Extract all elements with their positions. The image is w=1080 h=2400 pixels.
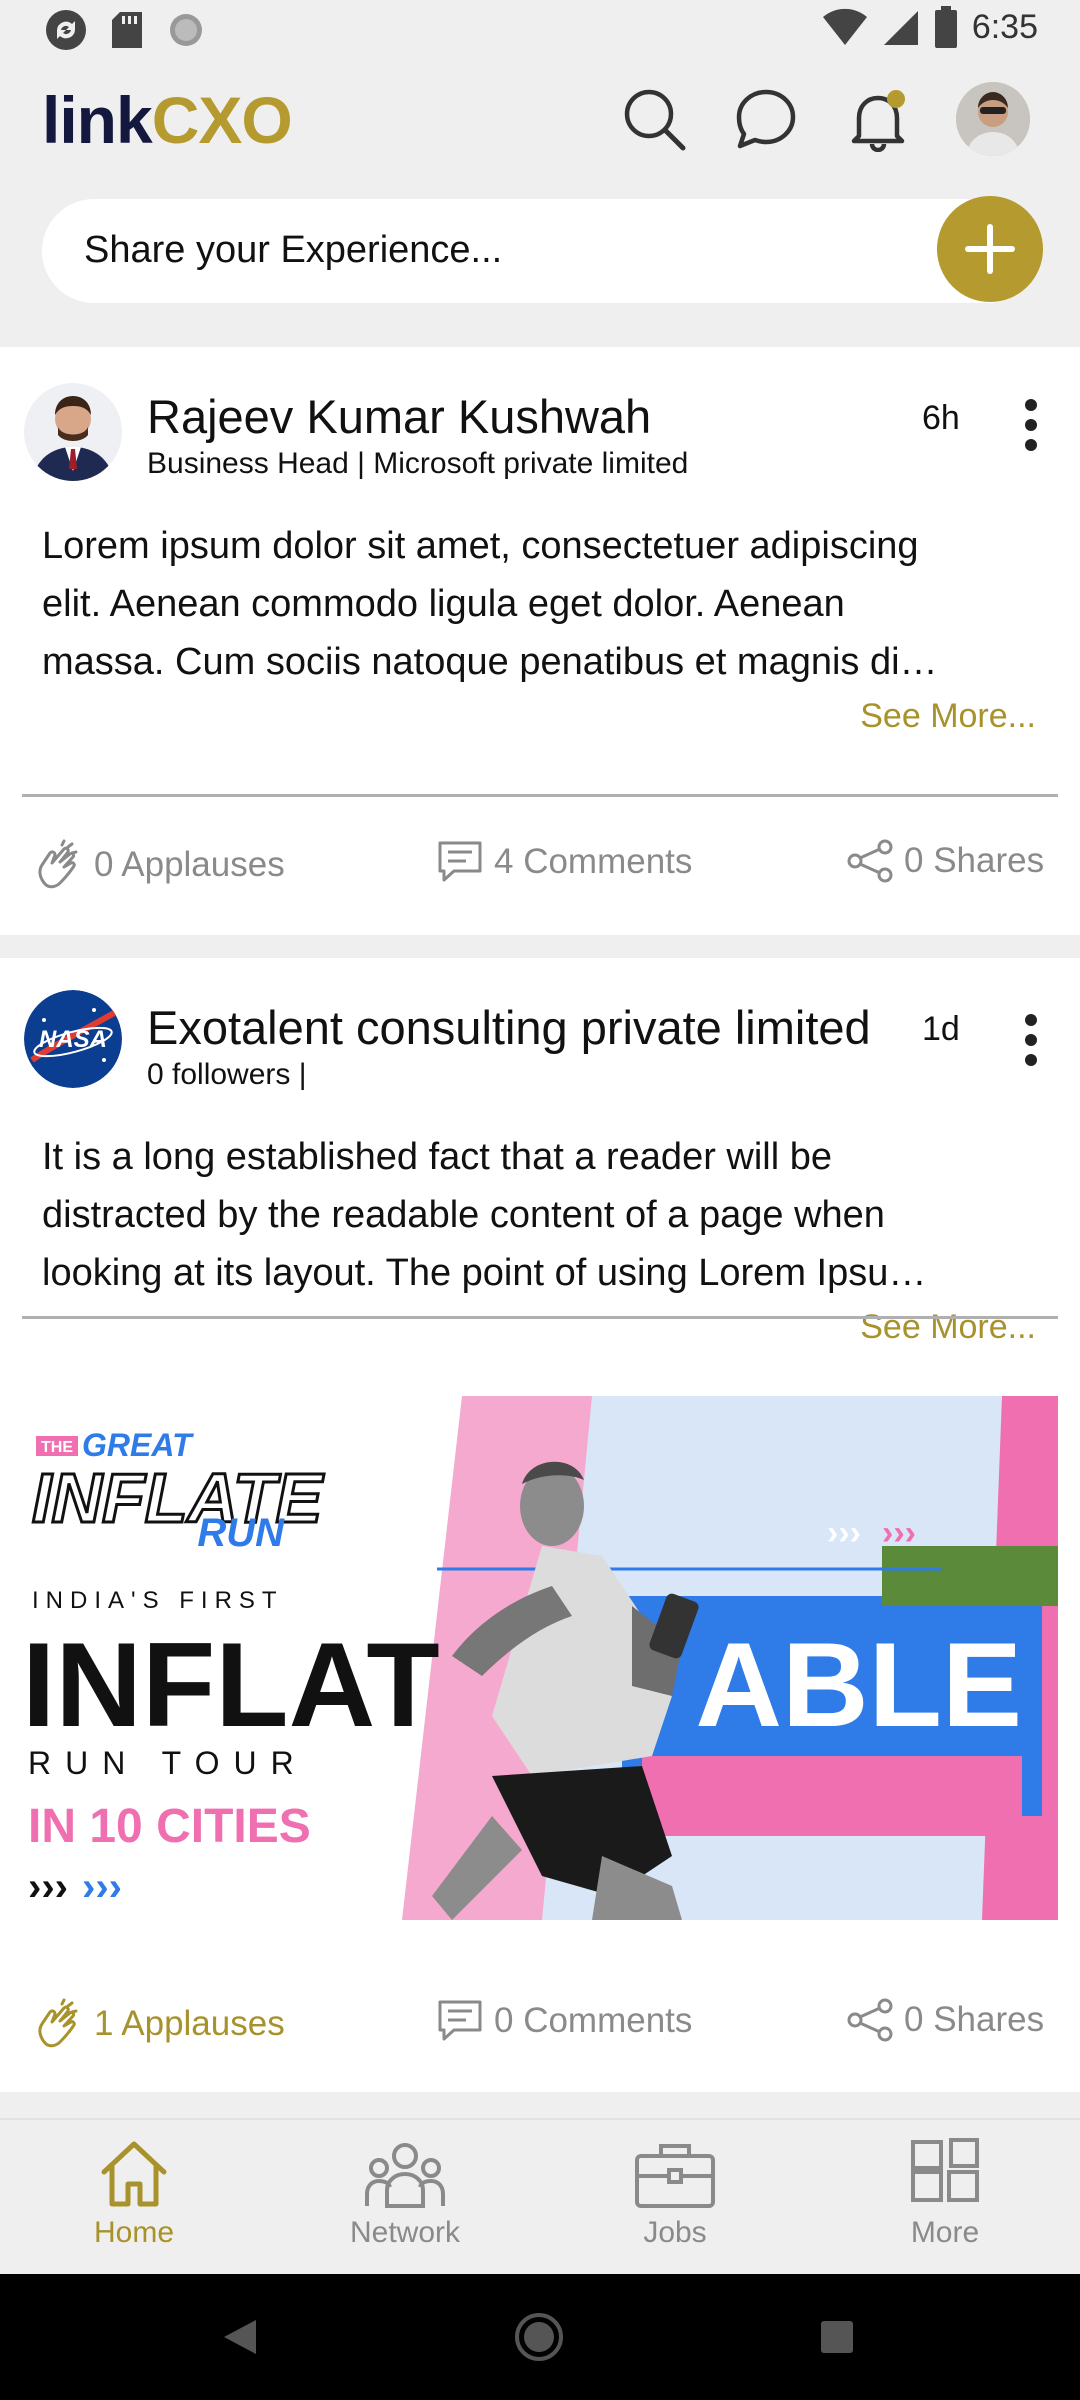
signal-icon xyxy=(883,11,918,45)
banner-big-right: ABLE xyxy=(695,1618,1022,1752)
sd-card-icon xyxy=(112,12,142,48)
share-button[interactable]: 0 Shares xyxy=(846,839,1044,883)
post-card: NASA Exotalent consulting private limite… xyxy=(0,958,1080,2092)
comments-count: 0 Comments xyxy=(494,2001,693,2040)
back-icon[interactable] xyxy=(222,2318,258,2356)
more-options-icon[interactable] xyxy=(1016,1010,1046,1070)
divider xyxy=(22,794,1058,797)
comments-button[interactable]: 4 Comments xyxy=(436,839,692,885)
post-body-line: elit. Aenean commodo ligula eget dolor. … xyxy=(42,583,845,625)
banner-line1: INDIA'S FIRST xyxy=(32,1587,284,1614)
share-icon xyxy=(847,839,893,883)
share-icon xyxy=(847,1998,893,2042)
app-header: link CXO Share your Experience... xyxy=(0,62,1080,347)
post-body: It is a long established fact that a rea… xyxy=(42,1128,1032,1302)
author-name[interactable]: Exotalent consulting private limited xyxy=(147,1000,871,1055)
home-icon xyxy=(101,2141,167,2207)
share-experience-input[interactable]: Share your Experience... xyxy=(42,196,1043,303)
see-more-link[interactable]: See More... xyxy=(860,1308,1036,1347)
comments-count: 4 Comments xyxy=(494,842,693,881)
wifi-icon xyxy=(822,8,867,45)
bottom-navigation: Home Network Jobs More xyxy=(0,2118,1080,2274)
post-body-line: Lorem ipsum dolor sit amet, consectetuer… xyxy=(42,525,919,567)
clap-icon xyxy=(38,1998,78,2048)
banner-line2: RUN TOUR xyxy=(28,1745,308,1781)
profile-avatar[interactable] xyxy=(956,82,1030,156)
post-image-banner[interactable]: ››› ››› THE GREAT INFLATE RUN INDIA'S FI… xyxy=(22,1396,1058,1920)
nav-more[interactable]: More xyxy=(845,2138,1045,2250)
nav-home[interactable]: Home xyxy=(34,2138,234,2250)
nav-jobs-label: Jobs xyxy=(643,2216,707,2249)
banner-big-left: INFLAT xyxy=(22,1618,440,1752)
banner-cities: IN 10 CITIES xyxy=(28,1800,311,1853)
nav-network-label: Network xyxy=(349,2216,461,2249)
circle-icon xyxy=(170,14,202,46)
status-time: 6:35 xyxy=(971,7,1038,46)
banner-great: GREAT xyxy=(82,1427,194,1463)
applause-count: 0 Applauses xyxy=(94,845,285,884)
post-card: Rajeev Kumar Kushwah Business Head | Mic… xyxy=(0,347,1080,935)
network-icon xyxy=(365,2143,445,2208)
grid-icon xyxy=(911,2138,979,2202)
post-body-line: massa. Cum sociis natoque penatibus et m… xyxy=(42,641,938,683)
logo-text-cxo: CXO xyxy=(151,83,293,157)
applause-button[interactable]: 0 Applauses xyxy=(32,839,285,891)
shares-count: 0 Shares xyxy=(904,2000,1045,2039)
banner-run: RUN xyxy=(197,1511,285,1555)
applause-button[interactable]: 1 Applauses xyxy=(32,1998,285,2050)
plus-icon[interactable] xyxy=(937,196,1043,302)
linkcxo-logo[interactable]: link CXO xyxy=(42,82,293,158)
post-actions: 0 Applauses 4 Comments 0 Shares xyxy=(0,839,1080,899)
logo-text-link: link xyxy=(42,83,153,157)
post-body-line: looking at its layout. The point of usin… xyxy=(42,1252,927,1294)
banner-arrows-black: ››› xyxy=(28,1865,68,1909)
sync-icon xyxy=(46,10,86,50)
more-options-icon[interactable] xyxy=(1016,395,1046,455)
banner-arrows-white: ››› xyxy=(827,1514,861,1552)
nav-more-label: More xyxy=(910,2216,980,2249)
company-avatar[interactable]: NASA xyxy=(24,990,122,1088)
author-name[interactable]: Rajeev Kumar Kushwah xyxy=(147,389,651,444)
nav-home-label: Home xyxy=(93,2216,175,2249)
search-icon[interactable] xyxy=(620,85,688,153)
comment-icon xyxy=(438,2000,482,2041)
post-body: Lorem ipsum dolor sit amet, consectetuer… xyxy=(42,517,1032,691)
comments-button[interactable]: 0 Comments xyxy=(436,1998,692,2044)
recents-icon[interactable] xyxy=(820,2320,854,2354)
status-bar: 6:35 xyxy=(0,0,1080,62)
nav-jobs[interactable]: Jobs xyxy=(575,2138,775,2250)
post-time: 1d xyxy=(922,1010,960,1048)
post-body-line: It is a long established fact that a rea… xyxy=(42,1136,833,1178)
author-subtitle: 0 followers | xyxy=(147,1058,307,1091)
banner-tag: THE xyxy=(41,1439,73,1456)
share-placeholder: Share your Experience... xyxy=(84,229,503,271)
share-button[interactable]: 0 Shares xyxy=(846,1998,1044,2042)
comment-icon xyxy=(438,841,482,882)
post-body-line: distracted by the readable content of a … xyxy=(42,1194,885,1236)
clap-icon xyxy=(38,839,78,889)
chat-icon[interactable] xyxy=(732,85,800,153)
bell-icon[interactable] xyxy=(844,85,912,153)
see-more-link[interactable]: See More... xyxy=(860,697,1036,736)
author-subtitle: Business Head | Microsoft private limite… xyxy=(147,447,689,480)
post-actions: 1 Applauses 0 Comments 0 Shares xyxy=(0,1998,1080,2058)
home-button-icon[interactable] xyxy=(514,2312,564,2362)
nav-network[interactable]: Network xyxy=(305,2138,505,2250)
shares-count: 0 Shares xyxy=(904,841,1045,880)
briefcase-icon xyxy=(635,2144,715,2208)
divider xyxy=(22,1316,1058,1319)
banner-arrows-blue: ››› xyxy=(82,1865,122,1909)
banner-arrows-pink: ››› xyxy=(882,1514,916,1552)
applause-count: 1 Applauses xyxy=(94,2004,285,2043)
author-avatar[interactable] xyxy=(24,383,122,481)
post-time: 6h xyxy=(922,399,960,437)
company-avatar-text: NASA xyxy=(39,1026,107,1053)
system-navigation-bar xyxy=(0,2274,1080,2400)
battery-icon xyxy=(934,6,957,48)
